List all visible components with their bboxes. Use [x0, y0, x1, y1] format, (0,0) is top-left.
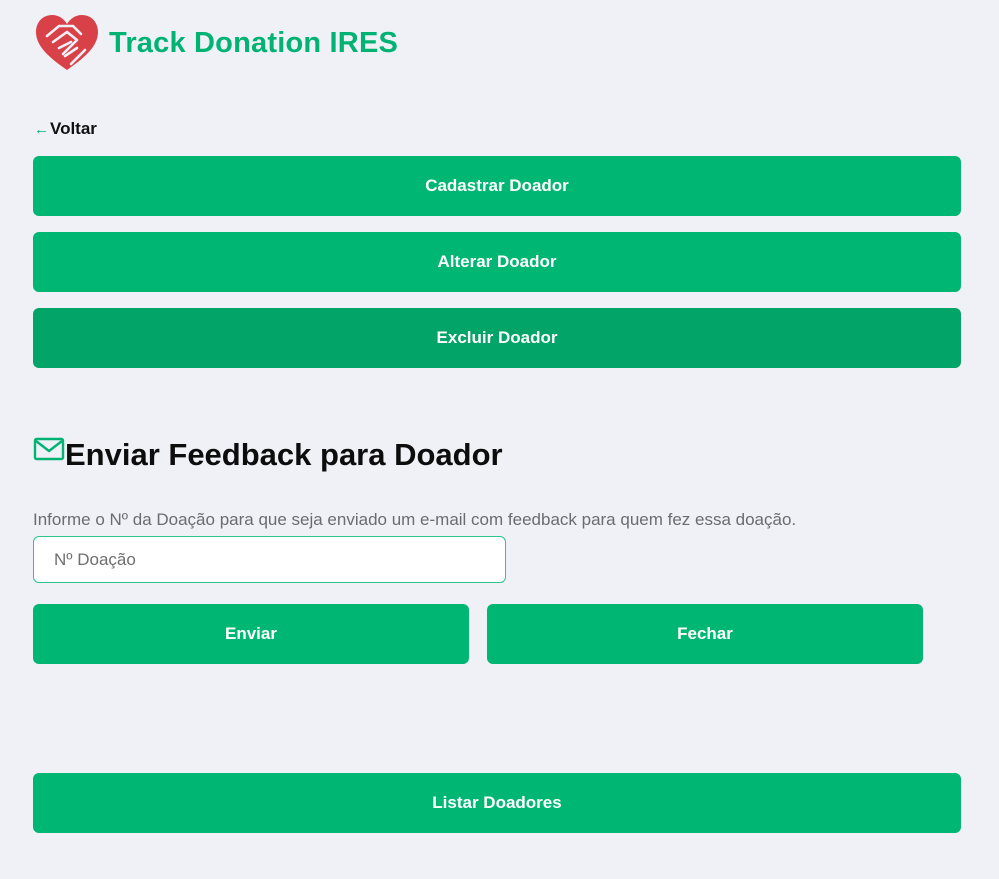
- arrow-left-icon: ←: [34, 120, 49, 138]
- brand-title: Track Donation IRES: [109, 26, 399, 59]
- donation-number-input[interactable]: [33, 536, 506, 583]
- heart-handshake-icon: [36, 15, 98, 70]
- list-donors-button[interactable]: Listar Doadores: [33, 773, 961, 833]
- feedback-section-title: Enviar Feedback para Doador: [33, 433, 503, 473]
- close-feedback-button[interactable]: Fechar: [487, 604, 923, 664]
- mail-icon: [33, 437, 65, 461]
- back-link-label: Voltar: [50, 119, 97, 138]
- edit-donor-button[interactable]: Alterar Doador: [33, 232, 961, 292]
- feedback-title: Enviar Feedback para Doador: [65, 437, 503, 472]
- register-donor-button[interactable]: Cadastrar Doador: [33, 156, 961, 216]
- app-header: Track Donation IRES: [33, 12, 398, 74]
- send-feedback-button[interactable]: Enviar: [33, 604, 469, 664]
- feedback-help-text: Informe o Nº da Doação para que seja env…: [33, 510, 797, 529]
- back-link[interactable]: ← Voltar: [34, 119, 97, 139]
- delete-donor-button[interactable]: Excluir Doador: [33, 308, 961, 368]
